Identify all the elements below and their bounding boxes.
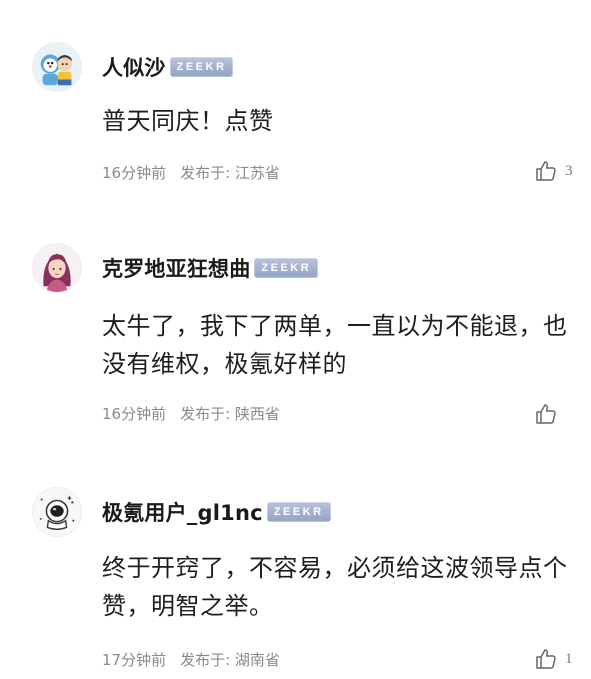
comment-text: 终于开窍了，不容易，必须给这波领导点个赞，明智之举。 <box>102 554 568 620</box>
comment-meta: 16分钟前 发布于: 江苏省 <box>102 162 280 183</box>
comment-text: 普天同庆！点赞 <box>102 107 274 135</box>
post-time: 16分钟前 <box>102 164 167 182</box>
like-button[interactable]: 3 <box>534 159 573 183</box>
cartoon-couple-avatar-icon[interactable] <box>32 42 82 92</box>
like-button[interactable] <box>534 402 573 426</box>
purple-hair-girl-avatar-icon[interactable] <box>32 243 82 293</box>
zeekr-badge: ZEEKR <box>254 258 319 278</box>
thumbs-up-icon <box>534 159 558 183</box>
zeekr-badge: ZEEKR <box>169 57 234 77</box>
comment-text: 太牛了，我下了两单，一直以为不能退，也没有维权，极氪好样的 <box>102 312 568 378</box>
thumbs-up-icon <box>534 402 558 426</box>
post-location: 发布于: 陕西省 <box>180 405 280 423</box>
comment-meta: 17分钟前 发布于: 湖南省 <box>102 649 280 670</box>
like-button[interactable]: 1 <box>534 647 573 671</box>
username[interactable]: 人似沙 <box>102 52 166 82</box>
like-count: 1 <box>565 650 573 667</box>
zeekr-badge: ZEEKR <box>266 502 331 522</box>
astronaut-avatar-icon[interactable] <box>32 487 82 537</box>
name-row: 克罗地亚狂想曲 ZEEKR <box>102 253 319 283</box>
comment-meta: 16分钟前 发布于: 陕西省 <box>102 403 280 424</box>
post-location: 发布于: 湖南省 <box>180 651 280 669</box>
name-row: 人似沙 ZEEKR <box>102 52 234 82</box>
like-count: 3 <box>565 162 573 179</box>
thumbs-up-icon <box>534 647 558 671</box>
username[interactable]: 极氪用户_gl1nc <box>102 497 263 527</box>
post-location: 发布于: 江苏省 <box>180 164 280 182</box>
post-time: 16分钟前 <box>102 405 167 423</box>
post-time: 17分钟前 <box>102 651 167 669</box>
name-row: 极氪用户_gl1nc ZEEKR <box>102 498 331 526</box>
username[interactable]: 克罗地亚狂想曲 <box>102 253 250 283</box>
